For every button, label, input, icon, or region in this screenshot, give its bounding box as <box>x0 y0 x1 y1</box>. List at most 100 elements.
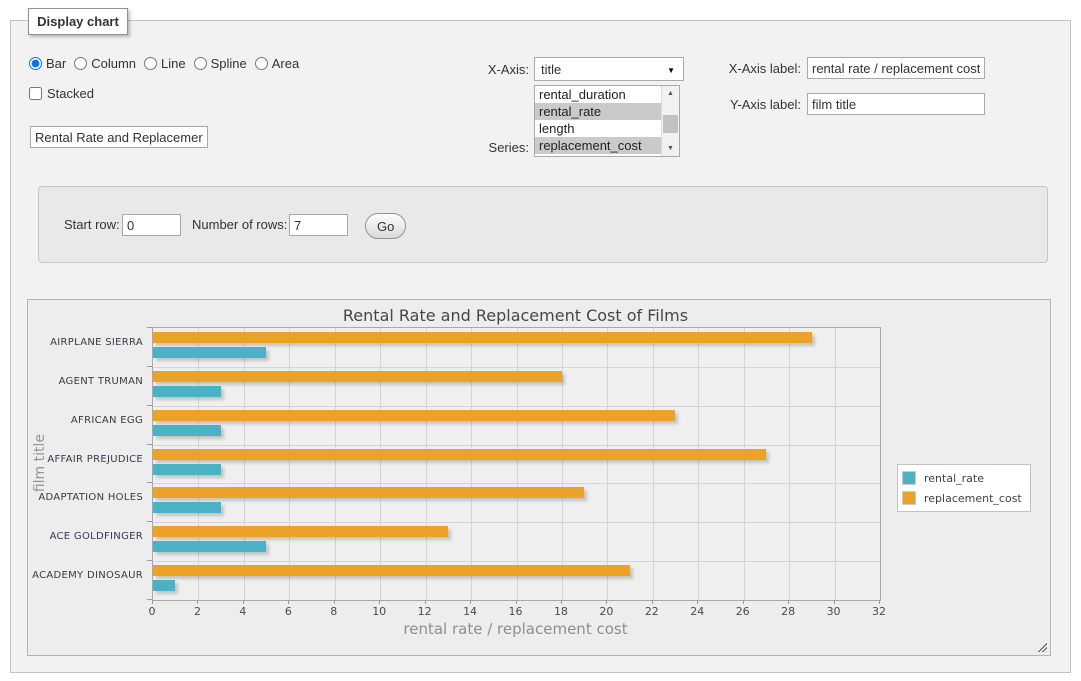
row-controls-box: Start row: Number of rows: Go <box>38 186 1048 263</box>
radio-column[interactable] <box>74 57 87 70</box>
legend-entry-replacement_cost: replacement_cost <box>902 488 1022 508</box>
y-tick-mark <box>147 444 152 445</box>
x-axis-label-label: X-Axis label: <box>697 61 801 76</box>
bar-rental_rate <box>153 425 221 436</box>
chart-type-option-area[interactable]: Area <box>255 56 299 71</box>
y-tick-mark <box>147 327 152 328</box>
bar-replacement_cost <box>153 332 812 343</box>
panel-legend: Display chart <box>28 8 128 35</box>
display-chart-panel: BarColumnLineSplineArea Stacked X-Axis: … <box>10 20 1071 673</box>
x-tick-label: 24 <box>690 605 704 618</box>
x-axis-select-label: X-Axis: <box>429 62 529 77</box>
gridline-x-8 <box>335 328 336 600</box>
bar-rental_rate <box>153 347 266 358</box>
x-tick-label: 20 <box>599 605 613 618</box>
scroll-up-icon[interactable]: ▲ <box>662 86 679 101</box>
x-tick-label: 12 <box>418 605 432 618</box>
x-tick-mark <box>834 600 835 604</box>
num-rows-input[interactable] <box>289 214 348 236</box>
x-tick-mark <box>697 600 698 604</box>
x-tick-mark <box>652 600 653 604</box>
radio-label: Spline <box>211 56 247 71</box>
go-button[interactable]: Go <box>365 213 406 239</box>
x-tick-mark <box>243 600 244 604</box>
x-tick-mark <box>334 600 335 604</box>
x-tick-mark <box>516 600 517 604</box>
bar-replacement_cost <box>153 487 584 498</box>
y-tick-mark <box>147 366 152 367</box>
x-tick-mark <box>152 600 153 604</box>
bar-replacement_cost <box>153 449 766 460</box>
scroll-down-icon[interactable]: ▼ <box>662 141 679 156</box>
stacked-checkbox[interactable] <box>29 87 42 100</box>
bar-rental_rate <box>153 502 221 513</box>
series-option-length[interactable]: length <box>535 120 663 137</box>
x-tick-label: 32 <box>872 605 886 618</box>
gridline-x-20 <box>607 328 608 600</box>
x-tick-mark <box>879 600 880 604</box>
chart-type-option-spline[interactable]: Spline <box>194 56 247 71</box>
bar-rental_rate <box>153 464 221 475</box>
series-option-rental_duration[interactable]: rental_duration <box>535 86 663 103</box>
x-axis-select[interactable]: title ▼ <box>534 57 684 81</box>
dropdown-arrow-icon: ▼ <box>667 66 675 75</box>
radio-label: Area <box>272 56 299 71</box>
x-axis-select-value: title <box>541 62 561 77</box>
chart-container: Rental Rate and Replacement Cost of Film… <box>27 299 1051 656</box>
start-row-input[interactable] <box>122 214 181 236</box>
chart-type-option-column[interactable]: Column <box>74 56 136 71</box>
radio-label: Column <box>91 56 136 71</box>
radio-line[interactable] <box>144 57 157 70</box>
x-axis-label-input[interactable] <box>807 57 985 79</box>
chart-type-option-bar[interactable]: Bar <box>29 56 66 71</box>
radio-area[interactable] <box>255 57 268 70</box>
x-tick-mark <box>561 600 562 604</box>
x-tick-label: 30 <box>827 605 841 618</box>
y-tick-mark <box>147 521 152 522</box>
radio-label: Line <box>161 56 186 71</box>
x-tick-label: 0 <box>149 605 156 618</box>
gridline-band-1 <box>153 367 880 368</box>
bar-rental_rate <box>153 580 175 591</box>
gridline-band-5 <box>153 522 880 523</box>
x-tick-label: 2 <box>194 605 201 618</box>
bar-replacement_cost <box>153 371 562 382</box>
scrollbar-thumb[interactable] <box>663 115 678 133</box>
series-listbox[interactable]: rental_durationrental_ratelengthreplacem… <box>534 85 680 157</box>
y-axis-label-input[interactable] <box>807 93 985 115</box>
gridline-x-10 <box>380 328 381 600</box>
x-tick-label: 26 <box>736 605 750 618</box>
start-row-label: Start row: <box>64 217 120 232</box>
x-tick-mark <box>470 600 471 604</box>
stacked-label: Stacked <box>47 86 94 101</box>
gridline-x-14 <box>471 328 472 600</box>
chart-title: Rental Rate and Replacement Cost of Film… <box>152 306 879 325</box>
page: Display chart Bar Column Line Spline Area St… <box>0 0 1081 681</box>
y-axis-title-text: film title <box>32 434 48 492</box>
gridline-x-6 <box>289 328 290 600</box>
x-tick-label: 22 <box>645 605 659 618</box>
resize-handle-icon[interactable] <box>1036 641 1047 652</box>
legend-entry-rental_rate: rental_rate <box>902 468 1022 488</box>
x-tick-label: 10 <box>372 605 386 618</box>
gridline-band-4 <box>153 483 880 484</box>
radio-label: Bar <box>46 56 66 71</box>
series-option-rental_rate[interactable]: rental_rate <box>535 103 663 120</box>
chart-title-input[interactable] <box>30 126 208 148</box>
y-tick-mark <box>147 560 152 561</box>
chart-type-option-line[interactable]: Line <box>144 56 186 71</box>
gridline-x-30 <box>835 328 836 600</box>
series-option-replacement_cost[interactable]: replacement_cost <box>535 137 663 154</box>
y-axis-title: film title <box>32 327 48 599</box>
gridline-x-4 <box>244 328 245 600</box>
legend-label: replacement_cost <box>924 492 1022 505</box>
radio-spline[interactable] <box>194 57 207 70</box>
x-tick-label: 14 <box>463 605 477 618</box>
stacked-row: Stacked <box>29 86 94 101</box>
y-tick-mark <box>147 482 152 483</box>
listbox-scrollbar[interactable]: ▲ ▼ <box>661 86 679 156</box>
x-tick-mark <box>788 600 789 604</box>
x-tick-label: 6 <box>285 605 292 618</box>
x-tick-mark <box>288 600 289 604</box>
radio-bar[interactable] <box>29 57 42 70</box>
